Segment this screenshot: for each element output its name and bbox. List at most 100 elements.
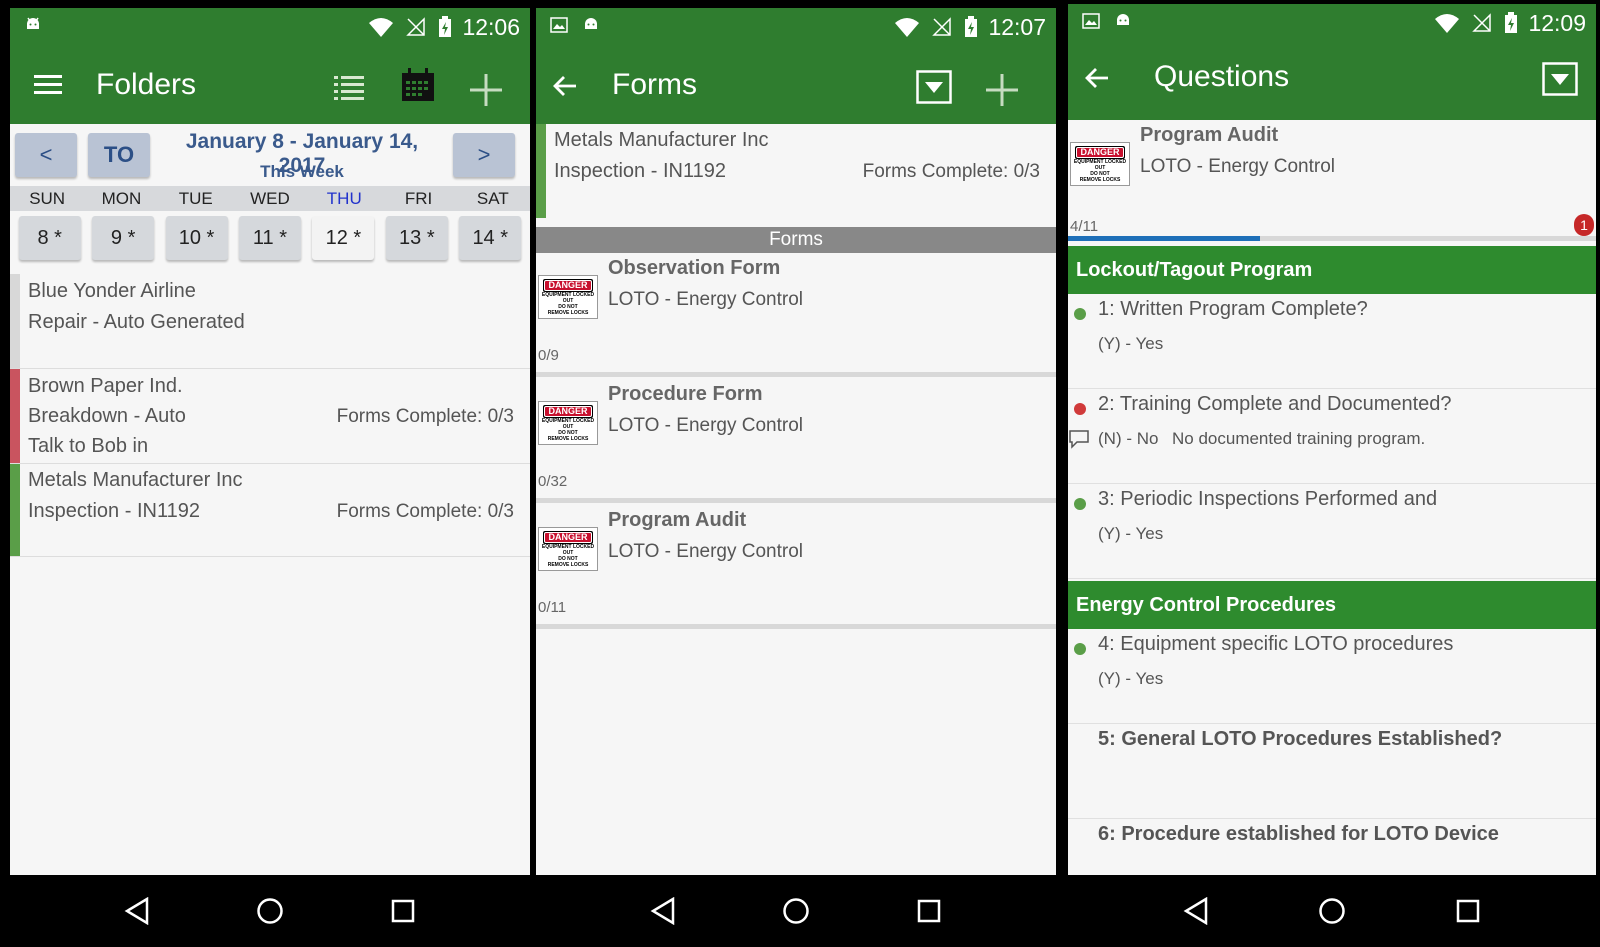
prev-week-button[interactable]: < [15,133,77,177]
question-answer: (Y) - Yes [1098,334,1164,353]
progress-track [1068,236,1596,241]
recents-nav-icon[interactable] [383,891,423,931]
folder-company: Metals Manufacturer Inc [554,129,769,151]
date-button[interactable]: 10 * [165,216,228,260]
form-item[interactable]: DANGER EQUIPMENT LOCKED OUT DO NOT REMOVE … [536,253,1056,377]
date-button[interactable]: 9 * [92,216,155,260]
question-item[interactable]: 3: Periodic Inspections Performed and (Y… [1068,484,1596,579]
today-button[interactable]: TO [88,133,150,177]
folders-screen: 12:06 Folders < TO January 8 - January 1… [10,8,530,947]
app-bar: Questions [1068,46,1596,120]
signal-icon [1472,13,1492,38]
form-item[interactable]: DANGER EQUIPMENT LOCKED OUT DO NOT REMOVE … [536,379,1056,503]
notification-badge: 1 [1574,214,1594,236]
form-title: Program Audit [1140,124,1279,146]
date-button[interactable]: 11 * [238,216,301,260]
divider [536,624,1056,629]
menu-icon[interactable] [34,74,62,101]
folder-company: Brown Paper Ind. [28,375,183,397]
date-button[interactable]: 8 * [18,216,81,260]
question-text: 1: Written Program Complete? [1098,298,1368,320]
danger-sign-icon: DANGER EQUIPMENT LOCKED OUT DO NOT REMOVE … [538,401,598,445]
answer-status-dot [1074,403,1086,415]
back-nav-icon[interactable] [1176,891,1216,931]
week-label: This Week [260,162,344,181]
wifi-icon [894,17,920,42]
folder-item[interactable]: Metals Manufacturer Inc Inspection - IN1… [10,464,530,557]
form-item[interactable]: DANGER EQUIPMENT LOCKED OUT DO NOT REMOVE … [536,505,1056,629]
list-view-icon[interactable] [334,74,364,105]
signal-icon [932,17,952,42]
clock: 12:07 [988,14,1046,40]
form-subtitle: LOTO - Energy Control [608,289,804,310]
form-count: 0/9 [538,347,559,364]
android-icon [1114,12,1132,35]
page-title: Folders [96,68,197,101]
form-subtitle: LOTO - Energy Control [608,415,804,436]
section-header: Forms [536,227,1056,253]
divider [536,498,1056,503]
questions-screen: 12:09 Questions DANGER EQUIPMENT LOCKED … [1068,4,1596,947]
forms-complete: Forms Complete: 0/3 [336,406,514,427]
add-icon[interactable] [470,74,502,111]
questions-content: DANGER EQUIPMENT LOCKED OUT DO NOT REMOVE … [1068,120,1596,875]
folder-item[interactable]: Blue Yonder Airline Repair - Auto Genera… [10,274,530,369]
back-arrow-icon[interactable] [552,74,578,103]
question-item[interactable]: 2: Training Complete and Documented? (N)… [1068,389,1596,484]
question-item[interactable]: 4: Equipment specific LOTO procedures (Y… [1068,629,1596,724]
battery-charging-icon [1504,12,1518,39]
back-arrow-icon[interactable] [1084,66,1110,95]
divider [536,372,1056,377]
danger-sign-icon: DANGER EQUIPMENT LOCKED OUT DO NOT REMOVE … [1070,142,1130,186]
comment-icon [1068,429,1090,454]
battery-charging-icon [964,16,978,43]
form-subtitle: LOTO - Energy Control [1140,156,1336,177]
status-bar-red [10,369,20,463]
question-item[interactable]: 6: Procedure established for LOTO Device [1068,819,1596,875]
status-bar-green [536,124,546,218]
recents-nav-icon[interactable] [909,891,949,931]
status-bar-green [10,464,20,556]
dates-row: 8 * 9 * 10 * 11 * 12 * 13 * 14 * [10,216,530,266]
day-label: WED [250,189,290,208]
forms-screen: 12:07 Forms Metals Manufacturer Inc Insp… [536,8,1056,947]
date-button-today[interactable]: 12 * [312,216,375,260]
clock: 12:06 [462,14,520,40]
back-nav-icon[interactable] [643,891,683,931]
day-label: MON [101,189,142,208]
date-button[interactable]: 14 * [459,216,522,260]
dropdown-icon[interactable] [1542,62,1578,101]
progress-fill [1068,236,1261,241]
form-count: 0/32 [538,473,568,490]
dropdown-icon[interactable] [916,70,952,109]
question-text: 2: Training Complete and Documented? [1098,393,1452,415]
android-icon [24,16,42,39]
home-nav-icon[interactable] [250,891,290,931]
back-nav-icon[interactable] [117,891,157,931]
image-icon [1082,12,1100,35]
add-icon[interactable] [986,74,1018,111]
form-title: Procedure Form [608,383,763,405]
date-button[interactable]: 13 * [385,216,448,260]
home-nav-icon[interactable] [776,891,816,931]
forms-complete: Forms Complete: 0/3 [336,501,514,522]
folder-type: Inspection - IN1192 [28,500,200,522]
danger-sign-icon: DANGER EQUIPMENT LOCKED OUT DO NOT REMOVE … [538,527,598,571]
signal-icon [406,17,426,42]
recents-nav-icon[interactable] [1448,891,1488,931]
day-label: SAT [476,189,509,208]
calendar-icon[interactable] [401,68,435,107]
next-week-button[interactable]: > [453,133,515,177]
question-item[interactable]: 5: General LOTO Procedures Established? [1068,724,1596,819]
question-text: 4: Equipment specific LOTO procedures [1098,633,1454,655]
answer-status-dot [1074,498,1086,510]
home-nav-icon[interactable] [1312,891,1352,931]
question-text: 6: Procedure established for LOTO Device [1098,823,1499,845]
page-title: Forms [612,68,697,101]
form-header: DANGER EQUIPMENT LOCKED OUT DO NOT REMOVE … [1068,120,1596,242]
question-item[interactable]: 1: Written Program Complete? (Y) - Yes [1068,294,1596,389]
status-bar: 12:07 [536,8,1056,50]
folder-item[interactable]: Brown Paper Ind. Breakdown - Auto Talk t… [10,369,530,464]
folder-type: Inspection - IN1192 [554,160,726,182]
forms-content: Metals Manufacturer Inc Inspection - IN1… [536,124,1056,875]
